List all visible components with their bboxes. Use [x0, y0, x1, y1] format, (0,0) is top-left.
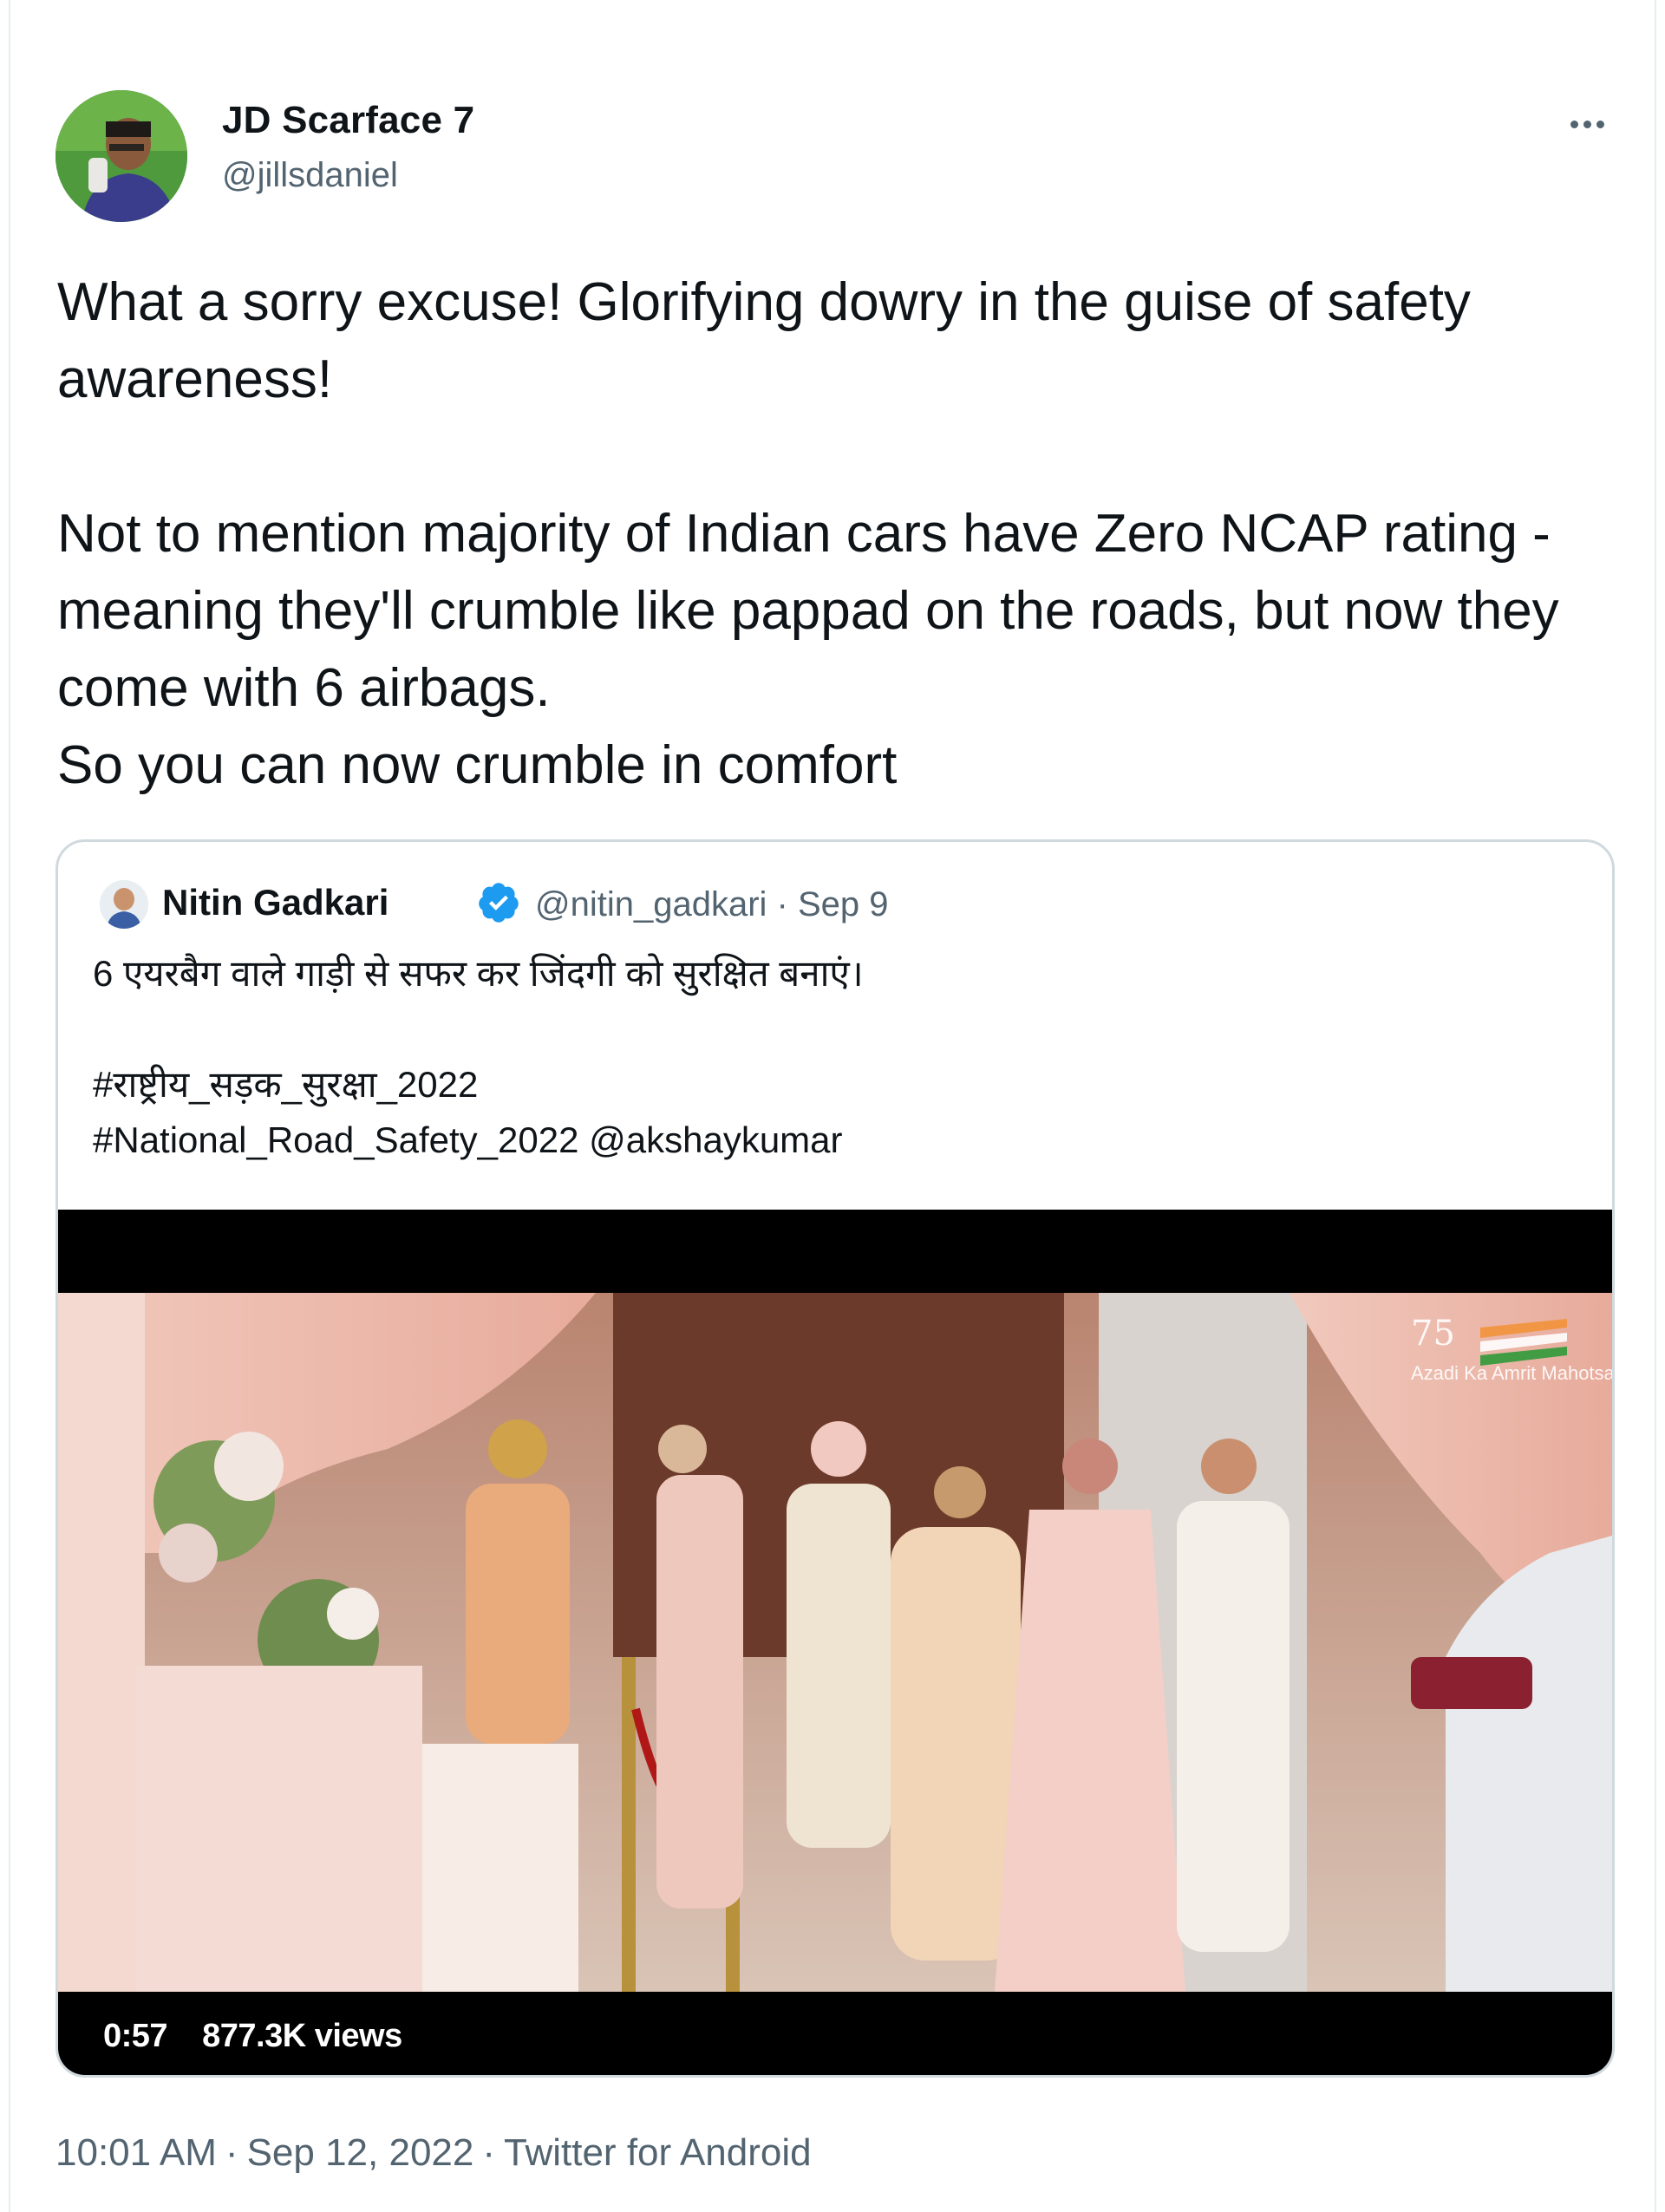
author-avatar[interactable]: [56, 90, 187, 222]
more-horizontal-icon: [1570, 120, 1578, 128]
video-views: 877.3K views: [202, 2018, 402, 2054]
tweet-time[interactable]: 10:01 AM: [56, 2131, 217, 2174]
watermark-text: Azadi Ka Amrit Mahotsav: [1411, 1362, 1612, 1384]
tweet-source[interactable]: Twitter for Android: [504, 2131, 812, 2174]
verified-badge-icon: [479, 883, 519, 923]
tweet-text: What a sorry excuse! Glorifying dowry in…: [57, 272, 1559, 795]
author-display-name[interactable]: JD Scarface 7: [222, 99, 474, 142]
tweet-date[interactable]: Sep 12, 2022: [247, 2131, 474, 2174]
quoted-meta: @nitin_gadkari · Sep 9: [535, 885, 889, 923]
video-stats: 0:57 877.3K views: [103, 2018, 428, 2055]
quoted-author-handle: @nitin_gadkari: [535, 885, 767, 923]
author-handle[interactable]: @jillsdaniel: [222, 156, 398, 195]
quoted-date: Sep 9: [797, 885, 889, 923]
more-options-button[interactable]: [1561, 102, 1613, 146]
quoted-author-name: Nitin Gadkari: [162, 882, 389, 923]
quoted-tweet[interactable]: Nitin Gadkari @nitin_gadkari · Sep 9 6 ए…: [56, 839, 1615, 2078]
video-thumbnail: 75 Azadi Ka Amrit Mahotsav: [58, 1293, 1612, 1992]
watermark-number: 75: [1411, 1314, 1455, 1354]
quoted-tweet-text: 6 एयरबैग वाले गाड़ी से सफर कर जिंदगी को …: [93, 953, 864, 1160]
tweet-footer: 10:01 AM · Sep 12, 2022 · Twitter for Androi…: [56, 2131, 812, 2174]
video-player[interactable]: 75 Azadi Ka Amrit Mahotsav 0:57 877.3K v…: [58, 1210, 1612, 2075]
video-duration: 0:57: [103, 2018, 168, 2054]
quoted-author-avatar: [100, 880, 148, 929]
